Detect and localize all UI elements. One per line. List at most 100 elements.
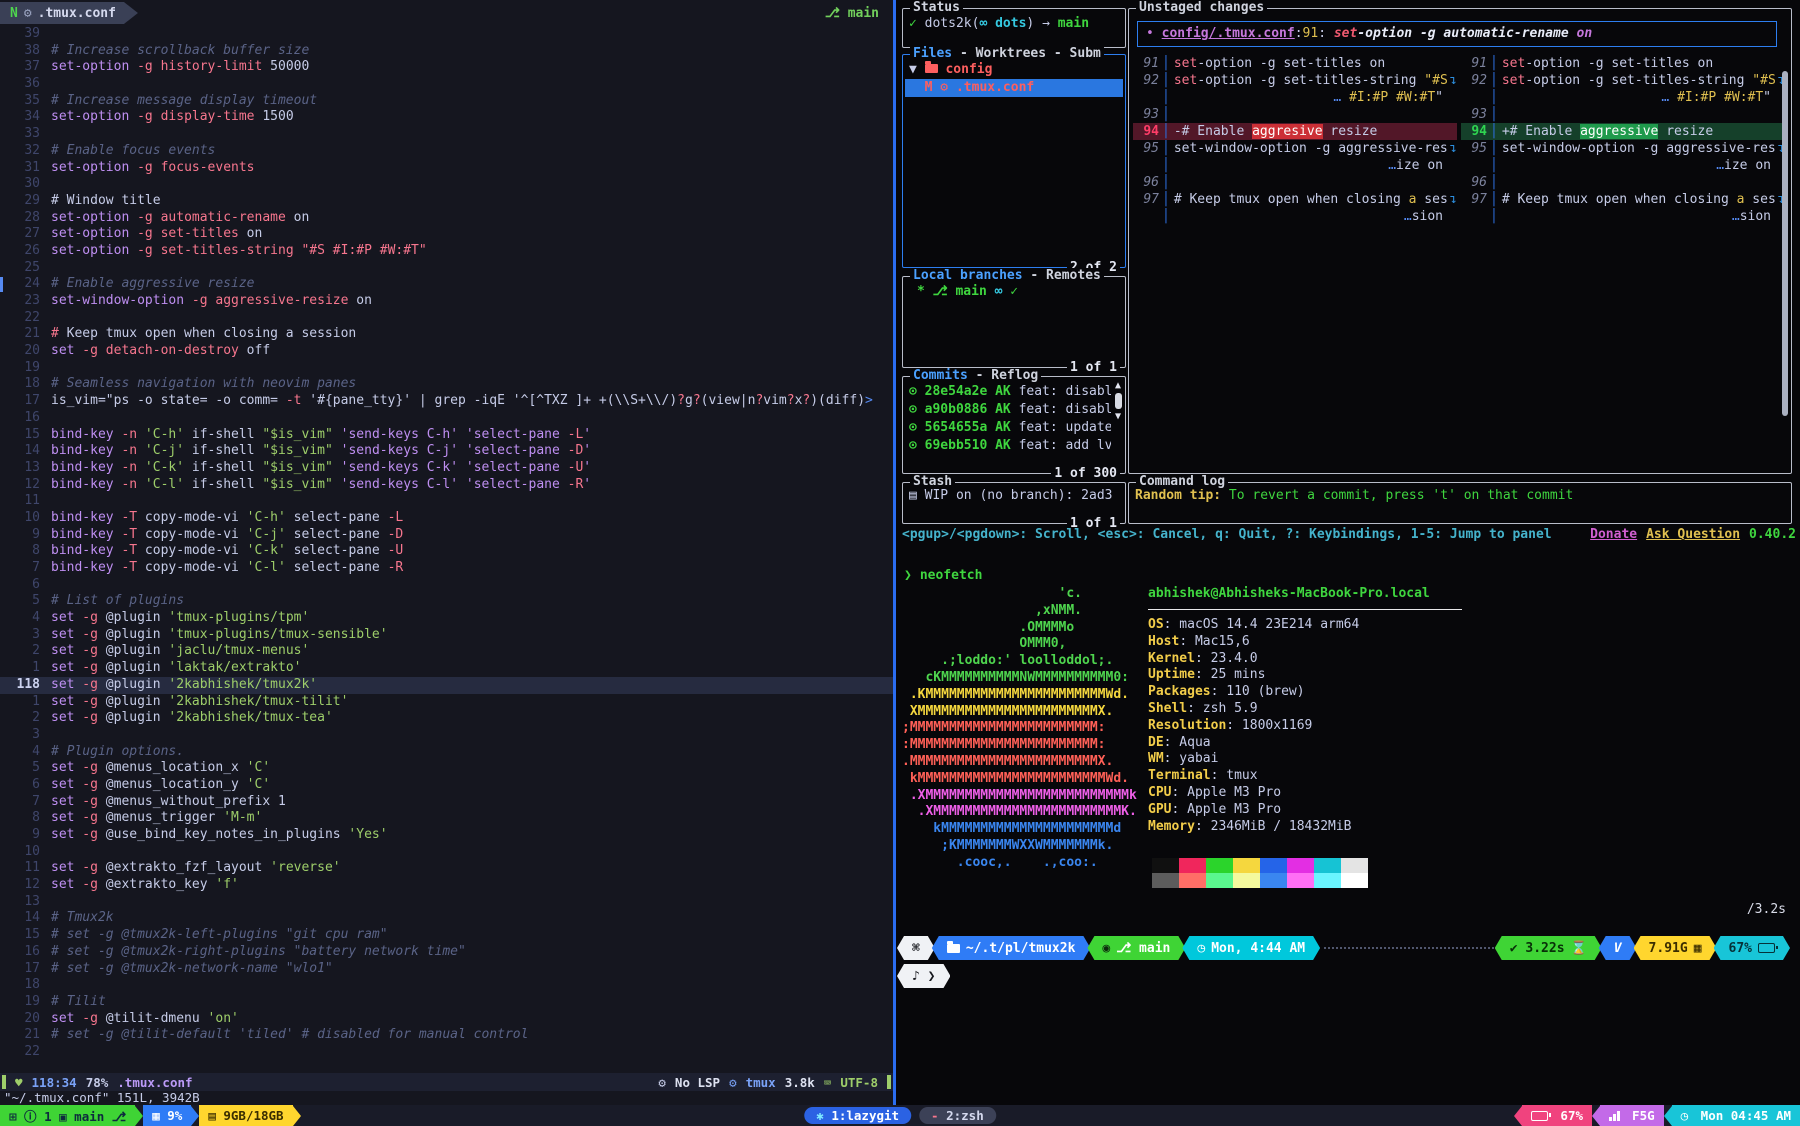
vim-code-line: 17# set -g @tmux2k-network-name "wlo1" — [0, 961, 893, 978]
vim-code-line: 10bind-key -T copy-mode-vi 'C-h' select-… — [0, 510, 893, 527]
vim-code-line: 8set -g @menus_trigger 'M-m' — [0, 810, 893, 827]
scroll-percent: 78% — [86, 1075, 109, 1090]
tmux-window-2:zsh[interactable]: - 2:zsh — [919, 1107, 996, 1124]
tmux-window-1:lazygit[interactable]: ✱ 1:lazygit — [804, 1107, 911, 1124]
vim-code-line: 118set -g @plugin '2kabhishek/tmux2k' — [0, 677, 893, 694]
line-number: 11 — [0, 493, 51, 510]
vim-code-line: 39 — [0, 26, 893, 43]
line-number: 24 — [0, 276, 51, 293]
lazygit-files-panel[interactable]: Files - Worktrees - Subm ▼ config M ⚙ .t… — [902, 54, 1126, 268]
neofetch-info-row: GPU: Apple M3 Pro — [1148, 802, 1628, 819]
vim-cmdline: "~/.tmux.conf" 151L, 3942B — [4, 1091, 200, 1105]
line-number: 20 — [0, 343, 51, 360]
line-number: 10 — [0, 844, 51, 861]
diff-row: 97│# Keep tmux open when closing a ses↴9… — [1133, 191, 1789, 208]
donate-link[interactable]: Donate — [1590, 527, 1637, 542]
vim-git-branch: ⎇ main — [825, 6, 893, 21]
clock-icon: ◷ — [1197, 941, 1205, 956]
diff-view[interactable]: 91│set-option -g set-titles on91│set-opt… — [1133, 55, 1789, 225]
vim-code-line: 36 — [0, 76, 893, 93]
neofetch-info-row: Packages: 110 (brew) — [1148, 684, 1628, 701]
prompt-battery-segment: 67% — [1714, 936, 1790, 960]
stash-row[interactable]: ▤ WIP on (no branch): 2ad3 — [909, 487, 1119, 505]
line-number: 30 — [0, 176, 51, 193]
vim-buffer[interactable]: 3938# Increase scrollback buffer size37s… — [0, 26, 893, 1061]
vim-code-line: 21# set -g @tilit-default 'tiled' # disa… — [0, 1027, 893, 1044]
diff-row: │…ize on│…ize on — [1133, 157, 1789, 174]
zsh-pane[interactable]: ❯neofetch 'c. ,xNMM. .OMMMMo OMMM0, .;lo… — [896, 556, 1800, 1105]
neovim-icon: N — [10, 6, 18, 21]
diff-row: 93│93│ — [1133, 106, 1789, 123]
vim-code-line: 11set -g @extrakto_fzf_layout 'reverse' — [0, 860, 893, 877]
line-number: 35 — [0, 93, 51, 110]
lazygit-version: 0.40.2 — [1749, 527, 1796, 542]
commit-row[interactable]: ⊙ 28e54a2e AK feat: disabl — [909, 383, 1111, 401]
palette-swatch — [1206, 858, 1233, 873]
filetype: tmux — [746, 1075, 776, 1090]
commit-row[interactable]: ⊙ 5654655a AK feat: update — [909, 419, 1111, 437]
cursor-column-marker — [0, 277, 3, 292]
lazygit-commits-panel[interactable]: Commits - Reflog ⊙ 28e54a2e AK feat: dis… — [902, 376, 1126, 474]
diff-row: │… #I:#P #W:#T"│… #I:#P #W:#T" — [1133, 89, 1789, 106]
palette-swatch — [1179, 858, 1206, 873]
neofetch-info: abhishek@Abhisheks-MacBook-Pro.local OS:… — [1148, 586, 1628, 835]
commits-scrollbar[interactable]: ▲▼ — [1113, 380, 1123, 470]
vim-code-line: 25 — [0, 260, 893, 277]
palette-swatch — [1260, 858, 1287, 873]
vim-tab-tmux-conf[interactable]: N ⚙ .tmux.conf — [0, 2, 138, 24]
vim-code-line: 31set-option -g focus-events — [0, 160, 893, 177]
neofetch-user-host: abhishek@Abhisheks-MacBook-Pro.local — [1148, 586, 1628, 603]
vim-code-line: 6set -g @menus_location_y 'C' — [0, 777, 893, 794]
neovim-pane[interactable]: N ⚙ .tmux.conf ⎇ main 3938# Increase scr… — [0, 0, 893, 1105]
vim-code-line: 1set -g @plugin 'laktak/extrakto' — [0, 660, 893, 677]
line-number: 19 — [0, 994, 51, 1011]
vim-code-line: 4set -g @plugin 'tmux-plugins/tpm' — [0, 610, 893, 627]
lazygit-branches-panel[interactable]: Local branches - Remotes * ⎇ main ∞ ✓ 1 … — [902, 276, 1126, 368]
apple-icon: ⌘ — [912, 941, 920, 956]
neofetch-info-row: Resolution: 1800x1169 — [1148, 718, 1628, 735]
ask-question-link[interactable]: Ask Question — [1646, 527, 1740, 542]
prompt-ram-segment: 7.91G▦ — [1634, 936, 1717, 960]
prompt-input-marker[interactable]: ♪ ❯ — [897, 964, 950, 988]
neofetch-info-row: WM: yabai — [1148, 751, 1628, 768]
lazygit-unstaged-panel[interactable]: Unstaged changes • config/.tmux.conf:91:… — [1128, 8, 1792, 474]
lazygit-command-log-panel[interactable]: Command log Random tip: To revert a comm… — [1128, 482, 1792, 524]
vim-code-line: 22 — [0, 1044, 893, 1061]
keybinding-hints: <pgup>/<pgdown>: Scroll, <esc>: Cancel, … — [902, 527, 1552, 542]
palette-swatch — [1206, 873, 1233, 888]
diff-scrollbar[interactable] — [1782, 71, 1788, 416]
random-tip-label: Random tip: — [1135, 488, 1221, 503]
vim-code-line: 4# Plugin options. — [0, 744, 893, 761]
line-number: 31 — [0, 160, 51, 177]
branch-row[interactable]: * ⎇ main ∞ ✓ — [909, 283, 1119, 301]
neofetch-info-row: CPU: Apple M3 Pro — [1148, 785, 1628, 802]
commit-row[interactable]: ⊙ 69ebb510 AK feat: add lv — [909, 437, 1111, 455]
lazygit-status-panel[interactable]: Status ✓ dots2k(∞ dots) → main — [902, 8, 1126, 48]
tmux-network-segment: F5G — [1600, 1105, 1664, 1126]
vim-code-line: 20set -g @tilit-dmenu 'on' — [0, 1011, 893, 1028]
line-number: 9 — [0, 527, 51, 544]
vim-code-line: 23set-window-option -g aggressive-resize… — [0, 293, 893, 310]
palette-swatch — [1260, 873, 1287, 888]
folder-icon — [925, 64, 938, 73]
encoding: UTF-8 — [840, 1075, 878, 1090]
palette-swatch — [1179, 873, 1206, 888]
statusline-filename: .tmux.conf — [117, 1075, 192, 1090]
heart-icon: ♥ — [15, 1075, 23, 1090]
line-number: 4 — [0, 744, 51, 761]
line-number: 16 — [0, 944, 51, 961]
neofetch-info-row: Kernel: 23.4.0 — [1148, 651, 1628, 668]
vim-code-line: 12bind-key -n 'C-l' if-shell "$is_vim" '… — [0, 477, 893, 494]
line-number: 5 — [0, 760, 51, 777]
line-number: 10 — [0, 510, 51, 527]
file-tree-file[interactable]: M ⚙ .tmux.conf — [905, 79, 1123, 97]
file-tree-dir[interactable]: ▼ config — [909, 61, 1119, 79]
vim-code-line: 28set-option -g automatic-rename on — [0, 210, 893, 227]
line-number: 23 — [0, 293, 51, 310]
vim-code-line: 22 — [0, 310, 893, 327]
lazygit-stash-panel[interactable]: Stash ▤ WIP on (no branch): 2ad3 1 of 1 — [902, 482, 1126, 524]
vim-code-line: 33 — [0, 126, 893, 143]
neofetch-info-row: Memory: 2346MiB / 18432MiB — [1148, 819, 1628, 836]
line-number: 1 — [0, 660, 51, 677]
commit-row[interactable]: ⊙ a90b0886 AK feat: disabl — [909, 401, 1111, 419]
